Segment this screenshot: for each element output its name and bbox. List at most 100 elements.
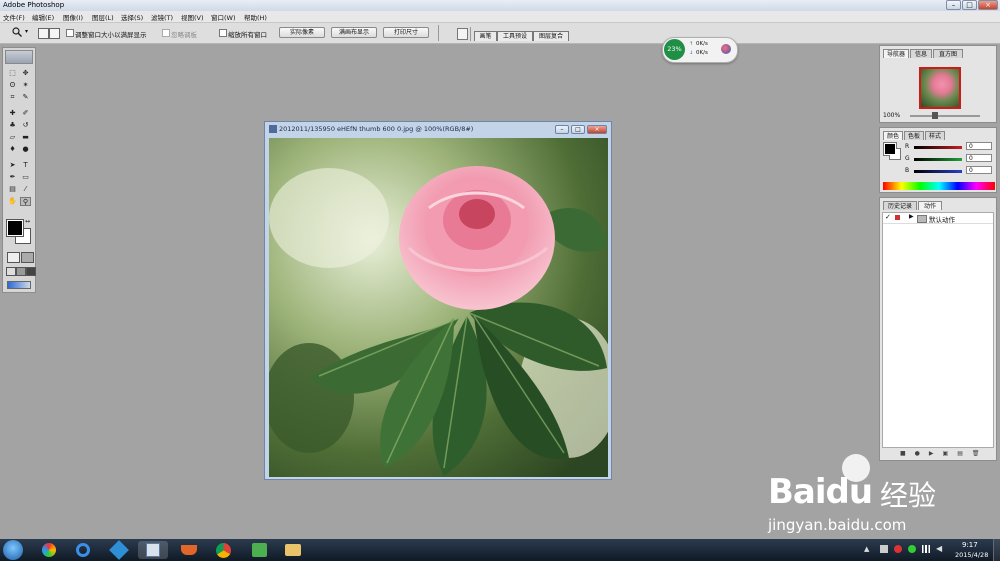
channel-g-value[interactable]: 0 (966, 154, 992, 162)
channel-b-slider[interactable] (914, 170, 962, 173)
navigator-zoom-slider[interactable] (910, 115, 980, 117)
move-tool-icon[interactable]: ✥ (20, 69, 31, 78)
channel-r-slider[interactable] (914, 146, 962, 149)
doc-maximize-button[interactable]: □ (571, 125, 585, 134)
tab-navigator[interactable]: 导航器 (883, 49, 909, 58)
clock-date[interactable]: 2015/4/28 (955, 551, 988, 559)
tab-info[interactable]: 信息 (910, 49, 932, 58)
taskbar-app-chrome[interactable] (208, 541, 238, 559)
taskbar-app-explorer[interactable] (278, 541, 308, 559)
tab-color[interactable]: 颜色 (883, 131, 903, 140)
zoom-tool-active-icon[interactable]: ⚲ (20, 197, 31, 206)
toolbox-feather-icon[interactable] (5, 50, 33, 64)
tab-styles[interactable]: 样式 (925, 131, 945, 140)
brush-tool-icon[interactable]: ✐ (20, 109, 31, 118)
show-desktop-button[interactable] (993, 539, 1000, 561)
menu-file[interactable]: 文件(F) (3, 12, 25, 22)
menu-layer[interactable]: 图层(L) (92, 12, 114, 22)
quick-mask-icon[interactable] (21, 252, 34, 263)
magic-wand-tool-icon[interactable]: ✶ (20, 81, 31, 90)
shape-tool-icon[interactable]: ▭ (20, 173, 31, 182)
blur-tool-icon[interactable]: ♦ (7, 145, 18, 154)
dialog-toggle-icon[interactable] (895, 215, 900, 220)
screen-mode-standard-icon[interactable] (6, 267, 16, 276)
standard-mode-icon[interactable] (7, 252, 20, 263)
healing-brush-tool-icon[interactable]: ✚ (7, 109, 18, 118)
close-button[interactable]: × (978, 0, 998, 10)
print-size-button[interactable]: 打印尺寸 (383, 27, 429, 38)
tab-history[interactable]: 历史记录 (883, 201, 917, 210)
taskbar-app-pinwheel[interactable] (34, 541, 64, 559)
zoom-out-icon[interactable] (49, 28, 60, 39)
taskbar-app-photoshop[interactable] (138, 541, 168, 559)
notes-tool-icon[interactable]: ▤ (7, 185, 18, 194)
actual-pixels-button[interactable]: 实际像素 (279, 27, 325, 38)
zoom-tool-icon[interactable] (12, 27, 22, 37)
network-signal-icon[interactable] (922, 545, 930, 553)
tab-histogram[interactable]: 直方图 (933, 49, 963, 58)
history-brush-tool-icon[interactable]: ↺ (20, 121, 31, 130)
navigator-zoom[interactable]: 100% (883, 112, 900, 119)
tab-swatches[interactable]: 色板 (904, 131, 924, 140)
tray-expand-icon[interactable]: ▲ (864, 545, 869, 553)
swap-colors-icon[interactable]: ↔ (25, 218, 30, 225)
maximize-button[interactable]: □ (962, 0, 977, 10)
clone-stamp-tool-icon[interactable]: ♣ (7, 121, 18, 130)
tool-preset-dropdown-icon[interactable]: ▾ (25, 28, 28, 35)
eyedropper-tool-icon[interactable]: ⁄ (20, 185, 31, 194)
color-spectrum-bar[interactable] (883, 182, 995, 190)
list-item[interactable]: ✓ ▶ 默认动作 (883, 213, 993, 224)
pen-tool-icon[interactable]: ✒ (7, 173, 18, 182)
clock-time[interactable]: 9:17 (962, 541, 978, 549)
accelerator-icon[interactable] (721, 44, 731, 54)
volume-icon[interactable]: ◀ (936, 544, 942, 553)
menu-filter[interactable]: 滤镜(T) (151, 12, 173, 22)
navigator-thumbnail[interactable] (919, 67, 961, 109)
taskbar-app-boat[interactable] (174, 541, 204, 559)
minimize-button[interactable]: – (946, 0, 961, 10)
taskbar-app-360[interactable] (244, 541, 274, 559)
doc-minimize-button[interactable]: – (555, 125, 569, 134)
eraser-tool-icon[interactable]: ▱ (7, 133, 18, 142)
dodge-tool-icon[interactable]: ● (20, 145, 31, 154)
doc-close-button[interactable]: × (587, 125, 607, 134)
menu-edit[interactable]: 编辑(E) (32, 12, 54, 22)
lasso-tool-icon[interactable]: ʘ (7, 81, 18, 90)
channel-g-slider[interactable] (914, 158, 962, 161)
menu-window[interactable]: 窗口(W) (211, 12, 236, 22)
file-browser-icon[interactable] (457, 28, 468, 40)
taskbar-app-network[interactable] (104, 540, 134, 560)
screen-mode-full-menu-icon[interactable] (16, 267, 26, 276)
tab-brushes[interactable]: 画笔 (474, 31, 497, 41)
marquee-tool-icon[interactable]: ⬚ (7, 69, 18, 78)
tab-actions[interactable]: 动作 (918, 201, 942, 210)
resize-window-checkbox[interactable] (66, 29, 74, 37)
channel-r-value[interactable]: 0 (966, 142, 992, 150)
zoom-all-checkbox[interactable] (219, 29, 227, 37)
tray-alert-icon[interactable] (894, 545, 902, 553)
zoom-in-icon[interactable] (38, 28, 49, 39)
hand-tool-icon[interactable]: ✋ (7, 197, 18, 206)
screen-mode-full-icon[interactable] (26, 267, 36, 276)
fit-on-screen-button[interactable]: 满画布显示 (331, 27, 377, 38)
taskbar-app-ie[interactable] (68, 541, 98, 559)
type-tool-icon[interactable]: T (20, 161, 31, 170)
checkmark-icon[interactable]: ✓ (885, 213, 891, 221)
speed-widget[interactable]: 23% ↑ 0K/s ↓ 0K/s (662, 37, 738, 63)
image-canvas[interactable] (269, 138, 608, 477)
navigator-slider-handle[interactable] (932, 112, 938, 119)
tab-layer-comps[interactable]: 图层复合 (533, 31, 569, 41)
ignore-palettes-checkbox[interactable] (162, 29, 170, 37)
menu-view[interactable]: 视图(V) (181, 12, 204, 22)
tab-tool-presets[interactable]: 工具预设 (497, 31, 533, 41)
tray-app-icon[interactable] (880, 545, 888, 553)
start-button[interactable] (3, 540, 23, 560)
menu-select[interactable]: 选择(S) (121, 12, 143, 22)
tray-status-icon[interactable] (908, 545, 916, 553)
channel-b-value[interactable]: 0 (966, 166, 992, 174)
gradient-tool-icon[interactable]: ▬ (20, 133, 31, 142)
menu-image[interactable]: 图像(I) (63, 12, 83, 22)
slice-tool-icon[interactable]: ✎ (20, 93, 31, 102)
menu-help[interactable]: 帮助(H) (244, 12, 267, 22)
expand-triangle-icon[interactable]: ▶ (909, 213, 914, 220)
